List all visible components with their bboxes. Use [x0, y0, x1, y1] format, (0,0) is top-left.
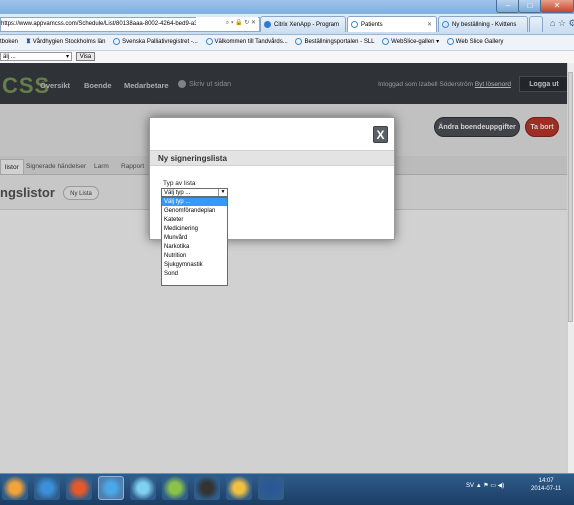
folder-taskbar-icon[interactable]: [226, 476, 252, 500]
favorite-item[interactable]: Beställningsportalen - SLL: [295, 35, 375, 50]
chevron-down-icon: ▼: [218, 189, 227, 196]
citrix-taskbar-icon[interactable]: [2, 476, 28, 500]
ie-taskbar-icon[interactable]: [98, 476, 124, 500]
tab-label: Citrix XenApp - Program: [274, 22, 340, 28]
favorite-item[interactable]: Web Slice Gallery: [446, 35, 503, 50]
maximize-button[interactable]: □: [518, 0, 542, 13]
dropdown-option[interactable]: Sond: [162, 270, 227, 278]
tab-ny-bestallning[interactable]: Ny beställning - Kvittens: [438, 16, 528, 32]
outlook-taskbar-icon[interactable]: [34, 476, 60, 500]
select-value: Välj typ ...: [164, 190, 191, 196]
dropdown-option[interactable]: Munvård: [162, 234, 227, 242]
ie-icon: [351, 20, 358, 28]
favorite-item[interactable]: WebSlice-gallen ▾: [382, 35, 439, 50]
list-type-label: Typ av lista: [163, 180, 196, 187]
explorer-taskbar-icon[interactable]: [130, 476, 156, 500]
chevron-down-icon: ▾: [65, 54, 69, 60]
word-taskbar-icon[interactable]: [258, 476, 284, 500]
favorites-bar: tboken ♜ Vårdhygien Stockholms län Svens…: [0, 35, 574, 51]
list-type-dropdown[interactable]: Välj typ ... Genomförandeplan Kateter Me…: [161, 197, 228, 286]
url-text: https://www.appvamcss.com/Schedule/List/…: [1, 21, 228, 27]
url-action-icons[interactable]: ⌕ ▾ 🔒 ↻ ✕: [196, 17, 258, 30]
dropdown-option[interactable]: Genomförandeplan: [162, 207, 227, 215]
citrix-icon: [264, 20, 271, 28]
browser-title-bar: [0, 0, 574, 14]
language-indicator[interactable]: SV: [466, 483, 474, 489]
favorite-item[interactable]: ♜ Vårdhygien Stockholms län: [26, 35, 106, 50]
tray-icons[interactable]: ▲ ⚑ ▭ ◀): [476, 483, 505, 489]
ie-icon: [205, 37, 213, 45]
media-taskbar-icon[interactable]: [194, 476, 220, 500]
favorite-item[interactable]: Välkommen till Tandvårds...: [205, 35, 288, 50]
ie-icon: [442, 20, 449, 28]
firefox-taskbar-icon[interactable]: [66, 476, 92, 500]
clock-date: 2014-07-11: [531, 486, 562, 492]
dropdown-option[interactable]: Välj typ ...: [162, 198, 227, 206]
new-tab-button[interactable]: [529, 16, 543, 32]
clock-time: 14:07: [538, 478, 554, 484]
dropdown-option[interactable]: Nutrition: [162, 252, 227, 260]
list-type-select[interactable]: Välj typ ... ▼: [161, 188, 228, 197]
close-icon[interactable]: X: [373, 126, 388, 143]
scrollbar-thumb[interactable]: [568, 72, 573, 322]
home-star-gear-icons[interactable]: ⌂ ☆ ⚙: [550, 18, 574, 29]
dropdown-option[interactable]: Medicinering: [162, 225, 227, 233]
tab-label: Patients: [361, 22, 383, 28]
favorite-item[interactable]: tboken: [0, 35, 18, 50]
address-bar-row: https://www.appvamcss.com/Schedule/List/…: [0, 14, 574, 35]
app-taskbar-icon[interactable]: [162, 476, 188, 500]
minimize-button[interactable]: –: [496, 0, 520, 13]
ie-icon: [446, 37, 454, 45]
clock[interactable]: 14:07 2014-07-11: [531, 477, 561, 493]
dropdown-option[interactable]: Narkotika: [162, 243, 227, 251]
tab-label: Ny beställning - Kvittens: [452, 22, 517, 28]
tab-citrix[interactable]: Citrix XenApp - Program: [260, 16, 346, 32]
favorite-item[interactable]: Svenska Palliativregistret -...: [113, 35, 198, 50]
dropdown-option[interactable]: Sjukgymnastik: [162, 261, 227, 269]
ie-icon: [382, 37, 390, 45]
ie-icon: [295, 37, 303, 45]
close-window-button[interactable]: ✕: [540, 0, 574, 13]
bookmark-icon: ♜: [25, 39, 32, 45]
dropdown-option[interactable]: Kateter: [162, 216, 227, 224]
system-tray[interactable]: SV ▲ ⚑ ▭ ◀): [466, 482, 504, 489]
tab-patients[interactable]: Patients ✕: [347, 16, 437, 32]
ie-icon: [113, 37, 121, 45]
close-tab-icon[interactable]: ✕: [427, 17, 432, 32]
command-select[interactable]: älj ... ▾: [0, 52, 72, 61]
dialog-title: Ny signeringslista: [150, 150, 394, 166]
visa-button[interactable]: Visa: [76, 52, 95, 61]
